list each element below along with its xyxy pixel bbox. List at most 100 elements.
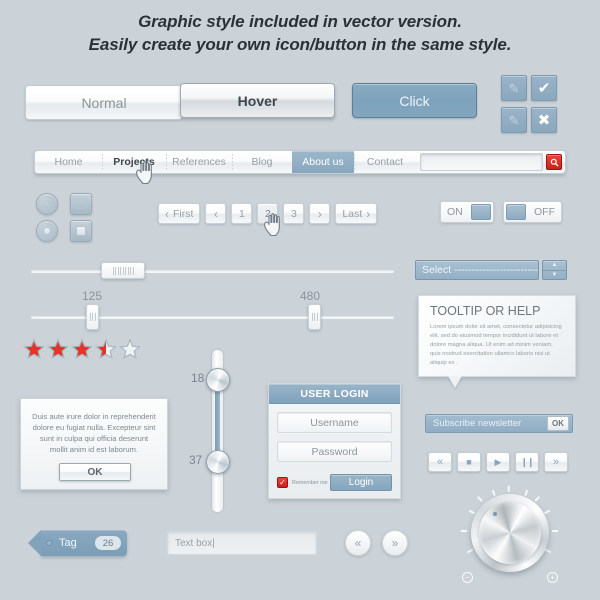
pencil-icon-button[interactable]: ✎ [501, 75, 527, 101]
normal-button[interactable]: Normal [25, 85, 183, 120]
pause-button[interactable]: ❙❙ [515, 452, 539, 472]
tag-count-badge: 26 [95, 536, 121, 550]
toggle-on[interactable]: ON [440, 201, 494, 223]
chevron-right-icon: › [317, 206, 322, 221]
login-submit-button[interactable]: Login [330, 474, 392, 491]
dialog-text: Duis aute irure dolor in reprehenderit d… [32, 412, 156, 454]
vertical-slider-bottom-handle[interactable] [206, 450, 230, 474]
chevron-down-icon[interactable]: ▼ [543, 271, 566, 280]
star-empty-icon[interactable] [119, 338, 141, 360]
star-rating[interactable] [23, 338, 141, 360]
nav-item-projects[interactable]: Projects [102, 151, 166, 173]
slider-range-min-handle[interactable] [86, 304, 99, 330]
knob-indicator [493, 512, 497, 516]
pagination-last-label: Last [342, 207, 363, 220]
vertical-slider-top-handle[interactable] [206, 368, 230, 392]
radio-unchecked-icon[interactable] [36, 193, 58, 215]
password-input[interactable]: Password [277, 441, 392, 462]
remember-me-checkbox[interactable]: ✓ [277, 477, 288, 488]
chevron-up-icon[interactable]: ▲ [543, 261, 566, 271]
nav-item-contact[interactable]: Contact [354, 151, 416, 173]
message-dialog: Duis aute irure dolor in reprehenderit d… [20, 398, 168, 490]
grip-icon [311, 313, 318, 321]
knob-tick [552, 530, 558, 532]
slider-top-track[interactable] [31, 269, 394, 272]
select-dropdown[interactable]: Select ------------------------- ▲ ▼ [415, 260, 567, 280]
star-filled-icon[interactable] [47, 338, 69, 360]
pagination-first[interactable]: ‹ First [158, 203, 201, 224]
toggle-off-label: OFF [534, 206, 555, 218]
search-button[interactable] [546, 154, 562, 170]
pagination: ‹ First ‹ 1 2 3 › Last › [158, 203, 378, 224]
remember-me-label: Remember me [292, 479, 328, 486]
rewind-button[interactable]: « [428, 452, 452, 472]
pencil-alt-icon-button[interactable]: ✎ [501, 107, 527, 133]
pagination-first-label: First [173, 207, 194, 220]
stop-button[interactable]: ■ [457, 452, 481, 472]
rewind-icon: « [436, 456, 444, 468]
knob-minus-label[interactable]: − [462, 572, 473, 583]
toggle-off-knob[interactable] [506, 204, 526, 220]
pagination-page-3[interactable]: 3 [283, 203, 305, 224]
play-button[interactable]: ▶ [486, 452, 510, 472]
pagination-page-2[interactable]: 2 [257, 203, 279, 224]
search-input[interactable] [420, 153, 543, 171]
fast-forward-button[interactable]: » [544, 452, 568, 472]
star-half-icon[interactable] [95, 338, 117, 360]
checkbox-checked-icon[interactable] [70, 220, 92, 242]
login-footer: ✓ Remember me Login [277, 474, 392, 491]
slider-range-max-handle[interactable] [308, 304, 321, 330]
ui-kit-canvas: Graphic style included in vector version… [0, 0, 600, 600]
round-next-button[interactable]: » [382, 530, 408, 556]
main-navigation: Home Projects References Blog About us C… [34, 150, 566, 174]
pagination-prev[interactable]: ‹ [205, 203, 227, 224]
tag-chip[interactable]: Tag 26 [28, 530, 127, 556]
star-filled-icon[interactable] [23, 338, 45, 360]
media-controls: « ■ ▶ ❙❙ » [428, 452, 568, 472]
knob-tick [477, 496, 483, 502]
nav-item-blog[interactable]: Blog [232, 151, 292, 173]
grip-icon [112, 266, 134, 275]
toggle-off[interactable]: OFF [503, 201, 562, 223]
checkbox-unchecked-icon[interactable] [70, 193, 92, 215]
select-steppers[interactable]: ▲ ▼ [542, 260, 567, 280]
pagination-page-1[interactable]: 1 [231, 203, 253, 224]
knob-plus-label[interactable]: + [547, 572, 558, 583]
vertical-slider-top-value: 18 [191, 371, 205, 385]
click-button[interactable]: Click [352, 83, 477, 118]
select-value[interactable]: Select ------------------------- [415, 260, 539, 280]
chevron-right-icon: › [366, 206, 371, 221]
username-input[interactable]: Username [277, 412, 392, 433]
slider-top-handle[interactable] [101, 262, 145, 279]
title-line-2: Easily create your own icon/button in th… [88, 35, 512, 54]
text-input[interactable]: Text box| [167, 531, 317, 555]
hover-button[interactable]: Hover [180, 83, 335, 118]
volume-knob[interactable]: − + [455, 485, 565, 600]
toggle-on-knob[interactable] [470, 204, 491, 220]
round-prev-button[interactable]: « [345, 530, 371, 556]
dialog-ok-button[interactable]: OK [59, 463, 131, 481]
tag-label: Tag [59, 537, 77, 549]
nav-search-area [416, 151, 565, 173]
chevron-left-icon: ‹ [213, 206, 218, 221]
tooltip-tail [448, 376, 462, 388]
nav-item-about-us[interactable]: About us [292, 151, 354, 173]
check-icon-button[interactable]: ✔ [531, 75, 557, 101]
pagination-last[interactable]: Last › [335, 203, 378, 224]
knob-tick [461, 530, 467, 532]
nav-item-home[interactable]: Home [35, 151, 102, 173]
grip-icon [89, 313, 96, 321]
knob-tick [534, 496, 540, 502]
double-chevron-right-icon: » [391, 536, 399, 550]
subscribe-input[interactable]: Subscribe newsletter [428, 417, 547, 430]
tooltip-panel: TOOLTIP OR HELP Lorem ipsum dolor sit am… [418, 295, 576, 377]
radio-checked-icon[interactable] [36, 220, 58, 242]
nav-item-references[interactable]: References [166, 151, 232, 173]
close-icon-button[interactable]: ✖ [531, 107, 557, 133]
knob-dial[interactable] [479, 502, 541, 564]
pagination-next[interactable]: › [309, 203, 331, 224]
subscribe-ok-button[interactable]: OK [547, 416, 569, 431]
star-filled-icon[interactable] [71, 338, 93, 360]
play-icon: ▶ [494, 456, 502, 467]
vertical-slider-bottom-value: 37 [189, 453, 203, 467]
